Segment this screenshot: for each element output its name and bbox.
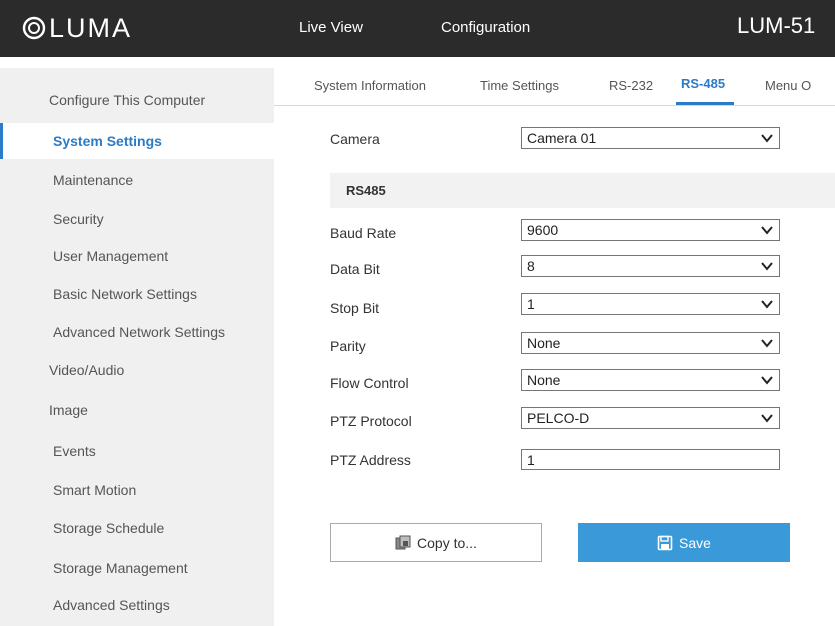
copy-to-label: Copy to... [417, 534, 477, 551]
sidebar-item-events[interactable]: Events [0, 433, 274, 469]
flow-control-value: None [527, 372, 561, 388]
sidebar-item-smart-motion[interactable]: Smart Motion [0, 472, 274, 508]
ptz-protocol-value: PELCO-D [527, 410, 590, 426]
luma-logo-icon [22, 16, 46, 40]
ptz-protocol-label: PTZ Protocol [330, 413, 412, 429]
device-name: LUM-51 [737, 13, 816, 38]
baud-rate-label: Baud Rate [330, 225, 397, 241]
ptz-protocol-select[interactable]: PELCO-D [521, 407, 780, 429]
flow-control-label: Flow Control [330, 375, 409, 391]
logo: LUMA [22, 8, 132, 48]
rs485-section-header: RS485 [330, 173, 835, 208]
sidebar-item-user-management[interactable]: User Management [0, 238, 274, 274]
active-tab-indicator [676, 102, 734, 105]
save-label: Save [679, 534, 711, 551]
camera-select-value: Camera 01 [527, 130, 597, 146]
baud-rate-value: 9600 [527, 222, 559, 238]
parity-value: None [527, 335, 561, 351]
parity-label: Parity [330, 338, 366, 354]
chevron-down-icon [761, 134, 773, 143]
chevron-down-icon [761, 226, 773, 235]
settings-tabs: System Information Time Settings RS-232 … [274, 68, 835, 106]
tab-system-information[interactable]: System Information [314, 78, 426, 93]
chevron-down-icon [761, 339, 773, 348]
camera-select[interactable]: Camera 01 [521, 127, 780, 149]
tab-menu-output[interactable]: Menu O [765, 78, 811, 93]
ptz-address-input[interactable] [521, 449, 780, 470]
baud-rate-select[interactable]: 9600 [521, 219, 780, 241]
parity-select[interactable]: None [521, 332, 780, 354]
tab-rs-232[interactable]: RS-232 [609, 78, 653, 93]
logo-text: LUMA [49, 12, 133, 43]
chevron-down-icon [761, 300, 773, 309]
sidebar-item-advanced-settings[interactable]: Advanced Settings [0, 587, 274, 623]
copy-to-button[interactable]: Copy to... [330, 523, 542, 562]
tab-rs-485[interactable]: RS-485 [681, 76, 725, 91]
nav-live-view[interactable]: Live View [299, 19, 363, 36]
data-bit-select[interactable]: 8 [521, 255, 780, 277]
nav-configuration[interactable]: Configuration [441, 19, 530, 36]
copy-icon [395, 535, 411, 549]
chevron-down-icon [761, 414, 773, 423]
flow-control-select[interactable]: None [521, 369, 780, 391]
stop-bit-value: 1 [527, 296, 535, 312]
chevron-down-icon [761, 262, 773, 271]
sidebar: Configure This Computer System Settings … [0, 68, 274, 626]
sidebar-item-storage-schedule[interactable]: Storage Schedule [0, 510, 274, 546]
data-bit-label: Data Bit [330, 261, 380, 277]
section-title: RS485 [346, 183, 386, 198]
data-bit-value: 8 [527, 258, 535, 274]
tab-time-settings[interactable]: Time Settings [480, 78, 559, 93]
sidebar-item-video-audio[interactable]: Video/Audio [0, 352, 274, 388]
sidebar-item-advanced-network-settings[interactable]: Advanced Network Settings [0, 314, 274, 350]
floppy-disk-icon [657, 535, 673, 550]
stop-bit-select[interactable]: 1 [521, 293, 780, 315]
sidebar-item-maintenance[interactable]: Maintenance [0, 162, 274, 198]
save-button[interactable]: Save [578, 523, 790, 562]
camera-label: Camera [330, 131, 380, 147]
chevron-down-icon [761, 376, 773, 385]
sidebar-item-security[interactable]: Security [0, 201, 274, 237]
sidebar-item-image[interactable]: Image [0, 392, 274, 428]
stop-bit-label: Stop Bit [330, 300, 380, 316]
sidebar-item-storage-management[interactable]: Storage Management [0, 550, 274, 586]
top-bar: LUMA Live View Configuration LUM-51 [0, 0, 835, 57]
sidebar-item-system-settings[interactable]: System Settings [0, 123, 274, 159]
sidebar-item-basic-network-settings[interactable]: Basic Network Settings [0, 276, 274, 312]
ptz-address-label: PTZ Address [330, 452, 411, 468]
sidebar-item-configure-this-computer[interactable]: Configure This Computer [0, 82, 274, 118]
